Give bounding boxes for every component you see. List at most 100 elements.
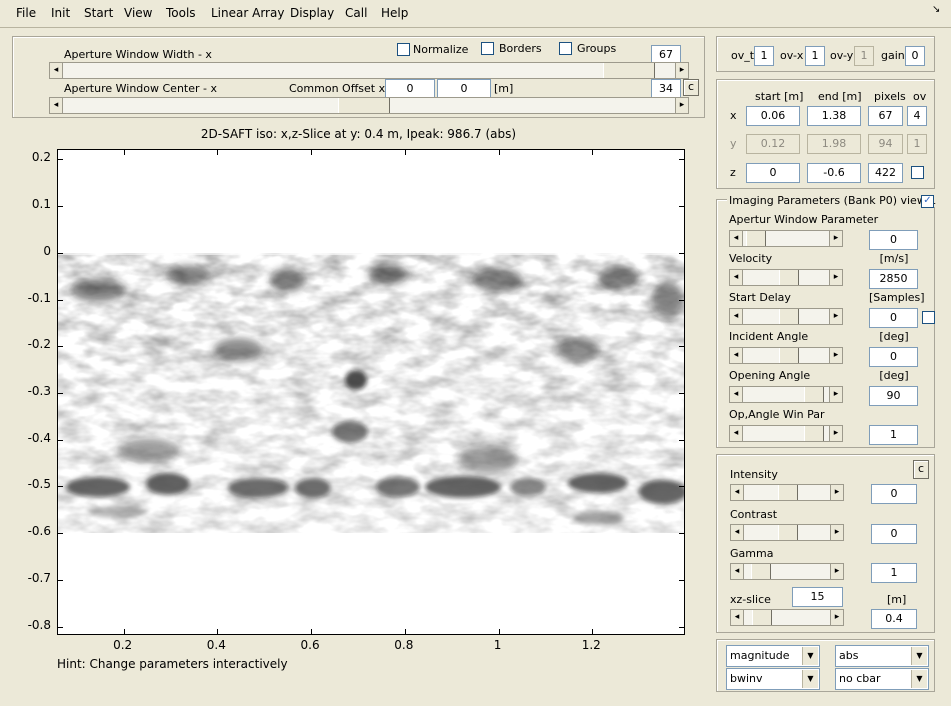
imaging-view-checkbox[interactable]: ✓ bbox=[921, 195, 934, 208]
slider-right-arrow-icon[interactable]: ▸ bbox=[830, 610, 843, 625]
gain-field[interactable]: 0 bbox=[905, 46, 925, 66]
slider-left-arrow-icon[interactable]: ◂ bbox=[50, 63, 63, 78]
x-pixels-field[interactable]: 67 bbox=[868, 106, 903, 126]
slider-right-arrow-icon[interactable]: ▸ bbox=[829, 387, 842, 402]
slider-left-arrow-icon[interactable]: ◂ bbox=[731, 610, 744, 625]
param-unit: [m/s] bbox=[879, 252, 909, 265]
slider-left-arrow-icon[interactable]: ◂ bbox=[730, 270, 743, 285]
chevron-down-icon[interactable]: ▼ bbox=[911, 647, 927, 665]
param-slider[interactable]: ◂ ▸ bbox=[729, 386, 843, 403]
chevron-down-icon[interactable]: ▼ bbox=[911, 670, 927, 688]
param-slider[interactable]: ◂ ▸ bbox=[729, 347, 843, 364]
param-value-field[interactable]: 90 bbox=[869, 386, 918, 406]
start-delay-checkbox[interactable] bbox=[922, 311, 935, 324]
x-end-field[interactable]: 1.38 bbox=[807, 106, 861, 126]
menu-tools[interactable]: Tools bbox=[166, 6, 196, 20]
slider-right-arrow-icon[interactable]: ▸ bbox=[829, 426, 842, 441]
groups-checkbox[interactable] bbox=[559, 42, 572, 55]
menu-view[interactable]: View bbox=[124, 6, 152, 20]
param-value-field[interactable]: 0 bbox=[869, 347, 918, 367]
chevron-down-icon[interactable]: ▼ bbox=[802, 647, 818, 665]
slider-right-arrow-icon[interactable]: ▸ bbox=[829, 309, 842, 324]
slider-thumb[interactable] bbox=[803, 426, 824, 441]
slider-thumb[interactable] bbox=[746, 231, 767, 246]
slider-thumb[interactable] bbox=[602, 63, 655, 78]
ov-x-field[interactable]: 1 bbox=[805, 46, 825, 66]
colormap-select[interactable]: bwinv ▼ bbox=[726, 668, 820, 690]
aperture-center-slider[interactable]: ◂ ▸ bbox=[49, 97, 689, 114]
z-pixels-field[interactable]: 422 bbox=[868, 163, 903, 183]
intensity-field[interactable]: 0 bbox=[871, 484, 917, 504]
slider-right-arrow-icon[interactable]: ▸ bbox=[829, 231, 842, 246]
param-slider[interactable]: ◂ ▸ bbox=[729, 269, 843, 286]
slider-right-arrow-icon[interactable]: ▸ bbox=[830, 525, 843, 540]
c-button-aperture[interactable]: c bbox=[683, 79, 699, 96]
menu-start[interactable]: Start bbox=[84, 6, 113, 20]
slider-thumb[interactable] bbox=[778, 525, 798, 540]
slider-right-arrow-icon[interactable]: ▸ bbox=[675, 98, 688, 113]
slider-right-arrow-icon[interactable]: ▸ bbox=[830, 564, 843, 579]
slider-right-arrow-icon[interactable]: ▸ bbox=[830, 485, 843, 500]
slider-left-arrow-icon[interactable]: ◂ bbox=[731, 564, 744, 579]
slider-thumb[interactable] bbox=[779, 348, 800, 363]
slider-left-arrow-icon[interactable]: ◂ bbox=[50, 98, 63, 113]
param-value-field[interactable]: 1 bbox=[869, 425, 918, 445]
gamma-field[interactable]: 1 bbox=[871, 563, 917, 583]
menu-arrow-icon[interactable]: ↘ bbox=[932, 4, 940, 15]
slider-left-arrow-icon[interactable]: ◂ bbox=[731, 525, 744, 540]
param-value-field[interactable]: 2850 bbox=[869, 269, 918, 289]
offset-x-field[interactable]: 0 bbox=[385, 79, 435, 99]
intensity-slider[interactable]: ◂ ▸ bbox=[730, 484, 844, 501]
slider-right-arrow-icon[interactable]: ▸ bbox=[675, 63, 688, 78]
aperture-center-value[interactable]: 34 bbox=[651, 79, 681, 99]
slider-left-arrow-icon[interactable]: ◂ bbox=[730, 231, 743, 246]
cbar-select[interactable]: no cbar ▼ bbox=[835, 668, 929, 690]
contrast-slider[interactable]: ◂ ▸ bbox=[730, 524, 844, 541]
abs-select[interactable]: abs ▼ bbox=[835, 645, 929, 667]
slider-thumb[interactable] bbox=[752, 610, 773, 625]
menu-linear-array[interactable]: Linear Array bbox=[211, 6, 284, 20]
xz-slice-field[interactable]: 15 bbox=[792, 587, 843, 607]
z-start-field[interactable]: 0 bbox=[746, 163, 800, 183]
slider-left-arrow-icon[interactable]: ◂ bbox=[730, 426, 743, 441]
ov-t-field[interactable]: 1 bbox=[754, 46, 774, 66]
plot-area[interactable] bbox=[57, 149, 685, 635]
slider-thumb[interactable] bbox=[779, 309, 800, 324]
slider-thumb[interactable] bbox=[750, 564, 771, 579]
borders-checkbox[interactable] bbox=[481, 42, 494, 55]
param-value-field[interactable]: 0 bbox=[869, 308, 918, 328]
gamma-slider[interactable]: ◂ ▸ bbox=[730, 563, 844, 580]
normalize-checkbox[interactable] bbox=[397, 43, 410, 56]
slider-thumb[interactable] bbox=[778, 485, 798, 500]
c-button-display[interactable]: c bbox=[913, 460, 929, 479]
menu-init[interactable]: Init bbox=[51, 6, 70, 20]
xz-position-field[interactable]: 0.4 bbox=[871, 609, 917, 629]
slider-thumb[interactable] bbox=[803, 387, 824, 402]
param-slider[interactable]: ◂ ▸ bbox=[729, 230, 843, 247]
x-ov-field[interactable]: 4 bbox=[907, 106, 927, 126]
slider-right-arrow-icon[interactable]: ▸ bbox=[829, 348, 842, 363]
slider-thumb[interactable] bbox=[779, 270, 800, 285]
offset-y-field[interactable]: 0 bbox=[437, 79, 491, 99]
menu-call[interactable]: Call bbox=[345, 6, 367, 20]
xz-slice-slider[interactable]: ◂ ▸ bbox=[730, 609, 844, 626]
param-slider[interactable]: ◂ ▸ bbox=[729, 308, 843, 325]
slider-left-arrow-icon[interactable]: ◂ bbox=[730, 387, 743, 402]
z-checkbox[interactable] bbox=[911, 166, 924, 179]
aperture-width-slider[interactable]: ◂ ▸ bbox=[49, 62, 689, 79]
param-slider[interactable]: ◂ ▸ bbox=[729, 425, 843, 442]
slider-left-arrow-icon[interactable]: ◂ bbox=[730, 348, 743, 363]
x-start-field[interactable]: 0.06 bbox=[746, 106, 800, 126]
param-value-field[interactable]: 0 bbox=[869, 230, 918, 250]
menu-display[interactable]: Display bbox=[290, 6, 334, 20]
mode-select[interactable]: magnitude ▼ bbox=[726, 645, 820, 667]
slider-thumb[interactable] bbox=[338, 98, 391, 113]
slider-left-arrow-icon[interactable]: ◂ bbox=[731, 485, 744, 500]
slider-right-arrow-icon[interactable]: ▸ bbox=[829, 270, 842, 285]
chevron-down-icon[interactable]: ▼ bbox=[802, 670, 818, 688]
menu-help[interactable]: Help bbox=[381, 6, 408, 20]
z-end-field[interactable]: -0.6 bbox=[807, 163, 861, 183]
contrast-field[interactable]: 0 bbox=[871, 524, 917, 544]
menu-file[interactable]: File bbox=[16, 6, 36, 20]
slider-left-arrow-icon[interactable]: ◂ bbox=[730, 309, 743, 324]
